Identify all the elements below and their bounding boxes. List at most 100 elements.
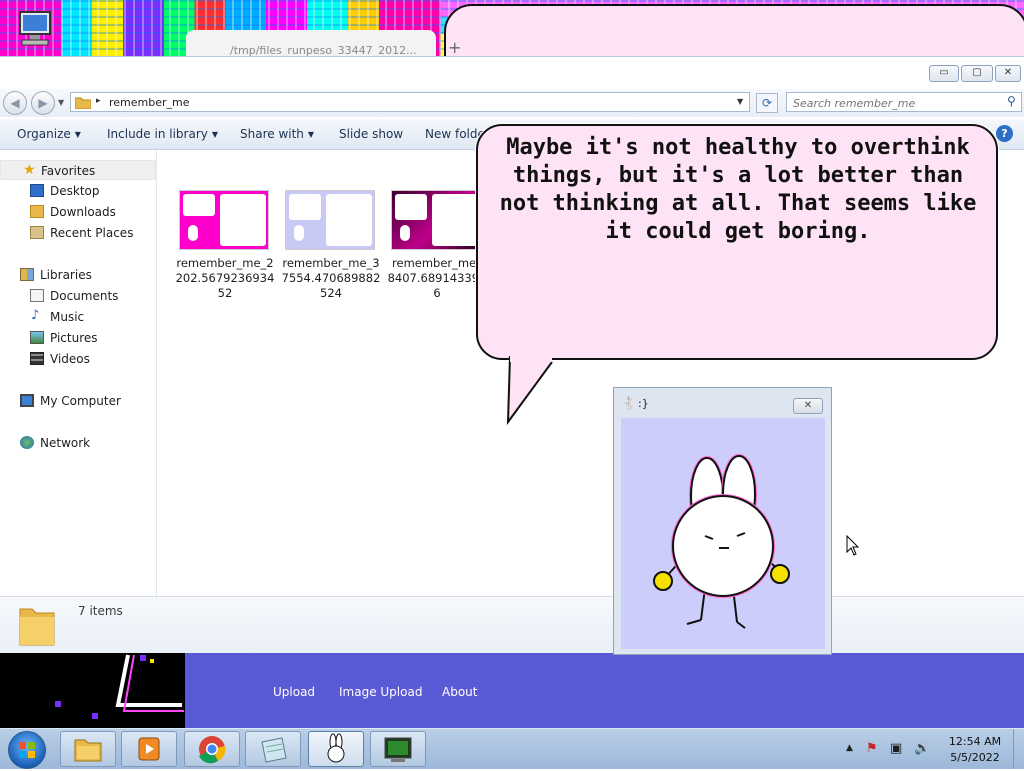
desktop-icon: [30, 184, 44, 197]
sidebar-item-recent-places[interactable]: Recent Places: [0, 223, 156, 243]
upload-link[interactable]: Upload: [273, 685, 315, 699]
bunny-close-button[interactable]: ✕: [793, 398, 823, 414]
action-center-flag-icon[interactable]: ⚑: [866, 741, 878, 756]
show-hidden-icons-icon[interactable]: ▲: [846, 743, 853, 753]
chevron-down-icon: ▼: [307, 130, 315, 139]
new-tab-button[interactable]: +: [448, 38, 461, 57]
bunny-app-icon: 🐇: [622, 396, 637, 410]
forward-button[interactable]: ▶: [31, 91, 55, 115]
speech-text: Maybe it's not healthy to overthink thin…: [499, 135, 977, 244]
sidebar-item-downloads[interactable]: Downloads: [0, 202, 156, 222]
taskbar-chrome[interactable]: [184, 731, 240, 767]
share-with-menu[interactable]: Share with ▼: [240, 127, 314, 141]
organize-menu[interactable]: Organize ▼: [17, 127, 81, 141]
sidebar-item-my-computer[interactable]: My Computer: [0, 391, 156, 411]
bunny-window-title: :}: [638, 397, 649, 410]
start-button[interactable]: [8, 731, 46, 769]
sidebar-item-pictures[interactable]: Pictures: [0, 328, 156, 348]
taskbar-terminal[interactable]: [370, 731, 426, 767]
downloads-folder-icon: [30, 205, 44, 218]
title-bar[interactable]: ▭ ▢ ✕: [0, 57, 1024, 89]
browser-tab-title: /tmp/files_runpeso_33447_2012...: [230, 44, 417, 56]
browser-tab[interactable]: /tmp/files_runpeso_33447_2012...: [186, 30, 436, 56]
image-upload-link[interactable]: Image Upload: [339, 685, 422, 699]
file-name: remember_me_3 7554.470689882524: [281, 256, 381, 300]
search-icon[interactable]: ⚲: [1007, 94, 1016, 108]
refresh-button[interactable]: ⟳: [756, 93, 778, 113]
minimize-button[interactable]: ▭: [929, 65, 959, 82]
taskbar-notepad[interactable]: [245, 731, 301, 767]
bunny-character: [653, 454, 790, 629]
breadcrumb-arrow-icon[interactable]: ▸: [96, 96, 101, 106]
new-folder-button[interactable]: New folde: [425, 127, 485, 141]
back-button[interactable]: ◀: [3, 91, 27, 115]
windows-logo-icon: [19, 742, 35, 758]
mouse-cursor-icon: [846, 535, 860, 556]
include-in-library-menu[interactable]: Include in library ▼: [107, 127, 218, 141]
sidebar-item-favorites[interactable]: ★ Favorites: [0, 160, 156, 180]
videos-icon: [30, 352, 44, 365]
my-computer-desktop-icon[interactable]: [12, 10, 58, 48]
chrome-icon: [199, 736, 226, 764]
details-pane: 7 items: [0, 596, 1024, 655]
clock-date: 5/5/2022: [950, 751, 1000, 764]
folder-icon: [75, 97, 91, 109]
clock-time: 12:54 AM: [948, 735, 1002, 748]
close-button[interactable]: ✕: [995, 65, 1021, 82]
file-thumbnail: [179, 190, 269, 250]
sidebar-item-music[interactable]: ♪ Music: [0, 307, 156, 327]
navigation-pane: ★ Favorites Desktop Downloads Recent Pla…: [0, 150, 157, 596]
sidebar-item-desktop[interactable]: Desktop: [0, 181, 156, 201]
taskbar: ▲ ⚑ ▣ 🔊 12:54 AM 5/5/2022: [0, 728, 1024, 769]
bunny-window[interactable]: 🐇 :} ✕: [613, 387, 832, 655]
sidebar-item-network[interactable]: Network: [0, 433, 156, 453]
terminal-icon: [384, 737, 412, 762]
taskbar-media-player[interactable]: [121, 731, 177, 767]
bunny-icon: [327, 733, 345, 763]
system-clock[interactable]: 12:54 AM 5/5/2022: [940, 734, 1010, 766]
speech-bubble-tail: [506, 356, 553, 426]
sidebar-item-libraries[interactable]: Libraries: [0, 265, 156, 285]
documents-icon: [30, 289, 44, 302]
search-input[interactable]: [791, 94, 995, 112]
about-link[interactable]: About: [442, 685, 477, 699]
address-dropdown-icon[interactable]: ▼: [737, 97, 743, 106]
file-name: remember_me_ 8407.6891433956: [387, 256, 487, 300]
navigation-bar: ◀ ▶ ▼ ▸ remember_me ▼ ⟳ ⚲: [0, 89, 1024, 117]
pictures-icon: [30, 331, 44, 344]
item-count: 7 items: [78, 604, 123, 618]
recent-pages-dropdown-icon[interactable]: ▼: [58, 98, 64, 107]
explorer-icon: [74, 739, 102, 762]
maximize-button[interactable]: ▢: [961, 65, 993, 82]
show-desktop-button[interactable]: [1013, 729, 1024, 769]
file-thumbnail: [285, 190, 375, 250]
volume-icon[interactable]: 🔊: [914, 741, 930, 756]
bunny-canvas: [621, 418, 825, 649]
breadcrumb[interactable]: remember_me: [109, 96, 190, 109]
notepad-icon: [261, 737, 287, 763]
recent-places-icon: [30, 226, 44, 239]
speech-bubble: Maybe it's not healthy to overthink thin…: [476, 124, 998, 360]
sidebar-item-documents[interactable]: Documents: [0, 286, 156, 306]
help-icon[interactable]: ?: [996, 125, 1013, 142]
libraries-icon: [20, 268, 34, 281]
chevron-down-icon: ▼: [211, 130, 219, 139]
music-note-icon: ♪: [31, 308, 40, 323]
file-name: remember_me_2 202.567923693452: [175, 256, 275, 300]
taskbar-bunny-app[interactable]: [308, 731, 364, 767]
chevron-down-icon: ▼: [74, 130, 81, 139]
web-page-strip: Upload Image Upload About: [0, 653, 1024, 728]
slide-show-button[interactable]: Slide show: [339, 127, 403, 141]
web-logo-area: [0, 653, 185, 728]
network-status-icon[interactable]: ▣: [890, 741, 902, 756]
glitch-logo: [55, 654, 184, 719]
computer-icon: [20, 394, 34, 407]
search-box[interactable]: ⚲: [786, 92, 1022, 112]
sidebar-item-videos[interactable]: Videos: [0, 349, 156, 369]
folder-large-icon: [19, 608, 55, 646]
network-icon: [20, 436, 34, 449]
media-player-icon: [138, 737, 160, 761]
taskbar-explorer[interactable]: [60, 731, 116, 767]
address-bar[interactable]: ▸ remember_me ▼: [70, 92, 750, 112]
star-icon: ★: [23, 162, 36, 178]
